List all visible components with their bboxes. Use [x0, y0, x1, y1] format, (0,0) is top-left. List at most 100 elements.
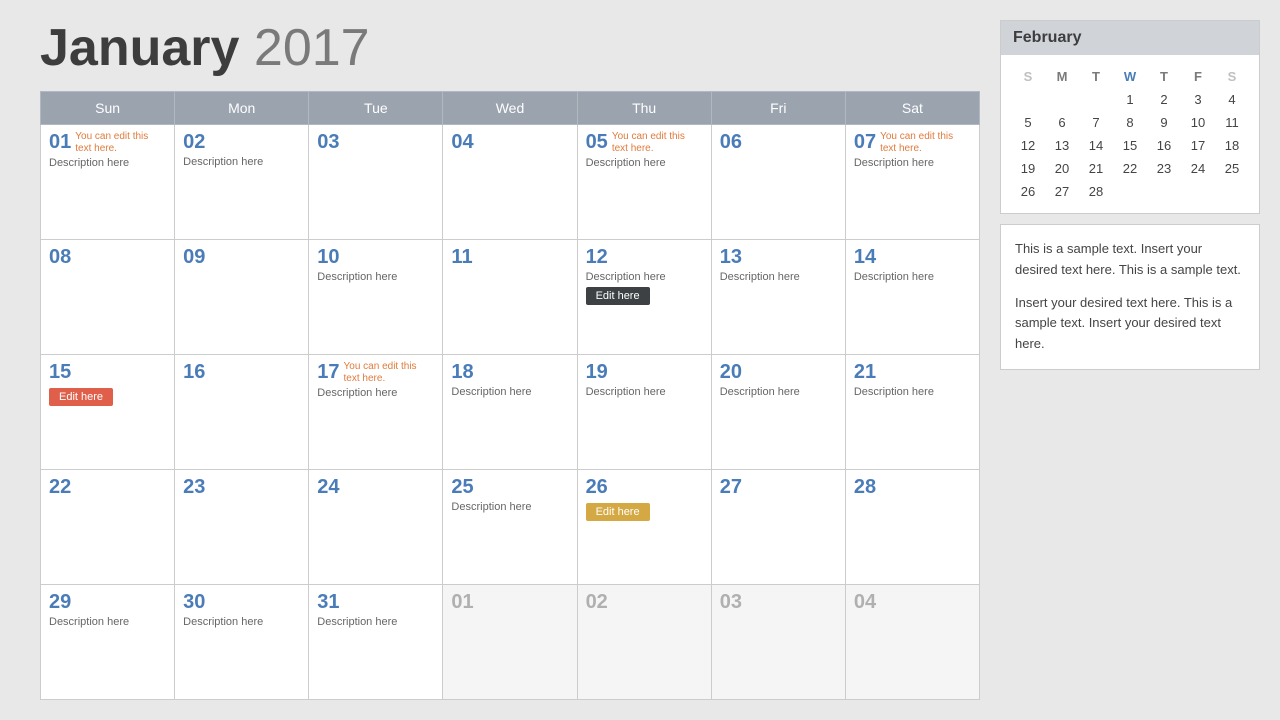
day-header-row: 14 — [854, 246, 971, 269]
day-header-row: 08 — [49, 246, 166, 269]
day-header-row: 01You can edit this text here. — [49, 131, 166, 155]
mini-cal-day: 5 — [1011, 111, 1045, 134]
day-header-row: 02 — [183, 131, 300, 154]
sidebar-text-1: This is a sample text. Insert your desir… — [1015, 239, 1245, 281]
calendar-cell: 03 — [711, 585, 845, 700]
day-header-row: 10 — [317, 246, 434, 269]
calendar-cell: 24 — [309, 470, 443, 585]
day-number: 29 — [49, 591, 71, 614]
calendar-cell: 21 Description here — [845, 355, 979, 470]
edit-label: You can edit this text here. — [612, 131, 703, 155]
calendar-cell: 16 — [175, 355, 309, 470]
mini-cal-day: 18 — [1215, 134, 1249, 157]
day-number: 04 — [854, 591, 876, 614]
mini-weekday-header: W — [1113, 65, 1147, 88]
cell-description: Description here — [720, 386, 837, 398]
mini-cal-day — [1011, 88, 1045, 111]
day-header-row: 07You can edit this text here. — [854, 131, 971, 155]
day-header-row: 21 — [854, 361, 971, 384]
day-header-row: 01 — [451, 591, 568, 614]
mini-cal-day: 9 — [1147, 111, 1181, 134]
day-number: 19 — [586, 361, 608, 384]
day-number: 22 — [49, 476, 71, 499]
sidebar-text-2: Insert your desired text here. This is a… — [1015, 293, 1245, 355]
mini-cal-day: 3 — [1181, 88, 1215, 111]
day-header-row: 22 — [49, 476, 166, 499]
day-header-row: 29 — [49, 591, 166, 614]
day-number: 03 — [720, 591, 742, 614]
calendar-cell: 19 Description here — [577, 355, 711, 470]
mini-cal-day: 13 — [1045, 134, 1079, 157]
day-header-row: 20 — [720, 361, 837, 384]
cell-description: Description here — [317, 387, 434, 399]
day-number: 25 — [451, 476, 473, 499]
calendar-cell: 29Description here — [41, 585, 175, 700]
mini-cal-day: 15 — [1113, 134, 1147, 157]
mini-cal-title: February — [1001, 21, 1259, 55]
cell-description: Description here — [720, 271, 837, 283]
mini-cal-day — [1181, 180, 1215, 203]
mini-cal-day: 6 — [1045, 111, 1079, 134]
day-number: 30 — [183, 591, 205, 614]
cell-description: Description here — [183, 156, 300, 168]
day-number: 20 — [720, 361, 742, 384]
day-number: 13 — [720, 246, 742, 269]
day-number: 18 — [451, 361, 473, 384]
calendar-cell: 20 Description here — [711, 355, 845, 470]
weekday-header: Sat — [845, 92, 979, 125]
day-header-row: 26 — [586, 476, 703, 499]
day-number: 28 — [854, 476, 876, 499]
mini-cal-day: 4 — [1215, 88, 1249, 111]
weekday-header: Wed — [443, 92, 577, 125]
calendar-cell: 01You can edit this text here.Descriptio… — [41, 125, 175, 240]
mini-cal-day — [1147, 180, 1181, 203]
mini-calendar: SMTWTFS123456789101112131415161718192021… — [1011, 65, 1249, 203]
day-header-row: 27 — [720, 476, 837, 499]
day-number: 15 — [49, 361, 71, 384]
calendar-cell: 12Description hereEdit here — [577, 240, 711, 355]
day-number: 12 — [586, 246, 608, 269]
mini-cal-day: 22 — [1113, 157, 1147, 180]
day-number: 09 — [183, 246, 205, 269]
day-header-row: 16 — [183, 361, 300, 384]
day-header-row: 02 — [586, 591, 703, 614]
day-number: 11 — [451, 246, 472, 269]
mini-cal-day: 1 — [1113, 88, 1147, 111]
day-number: 31 — [317, 591, 339, 614]
mini-cal-day: 12 — [1011, 134, 1045, 157]
mini-cal-day — [1215, 180, 1249, 203]
edit-button-red[interactable]: Edit here — [49, 388, 113, 406]
edit-button-dark[interactable]: Edit here — [586, 287, 650, 305]
calendar-cell: 04 — [845, 585, 979, 700]
day-header-row: 04 — [451, 131, 568, 154]
mini-weekday-header: M — [1045, 65, 1079, 88]
mini-cal-day: 26 — [1011, 180, 1045, 203]
calendar-cell: 07You can edit this text here.Descriptio… — [845, 125, 979, 240]
calendar-cell: 03 — [309, 125, 443, 240]
cell-description: Description here — [317, 616, 434, 628]
calendar-cell: 06 — [711, 125, 845, 240]
calendar-cell: 22 — [41, 470, 175, 585]
calendar-cell: 10Description here — [309, 240, 443, 355]
weekday-header: Mon — [175, 92, 309, 125]
mini-cal-day: 25 — [1215, 157, 1249, 180]
day-header-row: 13 — [720, 246, 837, 269]
mini-cal-day: 8 — [1113, 111, 1147, 134]
day-header-row: 24 — [317, 476, 434, 499]
calendar-cell: 05You can edit this text here.Descriptio… — [577, 125, 711, 240]
day-header-row: 25 — [451, 476, 568, 499]
day-header-row: 03 — [317, 131, 434, 154]
mini-cal-day: 24 — [1181, 157, 1215, 180]
cell-description: Description here — [586, 386, 703, 398]
cell-description: Description here — [854, 386, 971, 398]
cell-description: Description here — [854, 271, 971, 283]
day-number: 27 — [720, 476, 742, 499]
day-number: 24 — [317, 476, 339, 499]
day-header-row: 31 — [317, 591, 434, 614]
edit-button-yellow[interactable]: Edit here — [586, 503, 650, 521]
day-header-row: 15 — [49, 361, 166, 384]
calendar-cell: 31 Description here — [309, 585, 443, 700]
day-header-row: 05You can edit this text here. — [586, 131, 703, 155]
calendar-cell: 04 — [443, 125, 577, 240]
day-header-row: 03 — [720, 591, 837, 614]
